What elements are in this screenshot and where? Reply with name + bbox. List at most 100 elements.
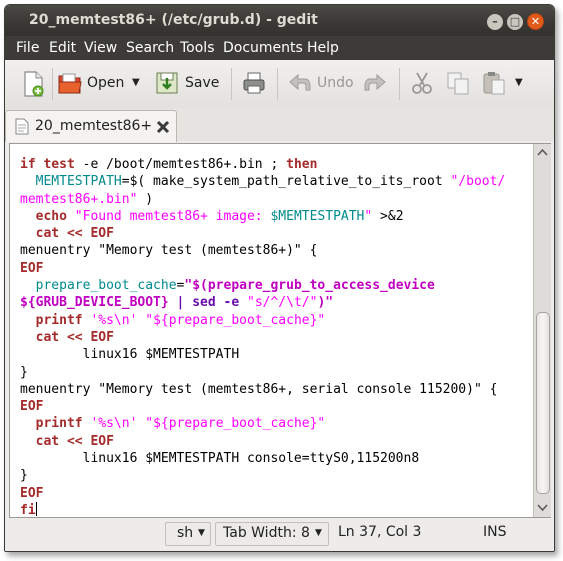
code-token: printf [20, 312, 83, 328]
code-token: '%s\n' [90, 312, 138, 328]
code-token: "${prepare_boot_cache}" [145, 312, 326, 328]
scroll-up-icon[interactable] [534, 146, 551, 160]
open-label: Open [87, 75, 125, 91]
code-token: EOF [20, 260, 44, 276]
title-bar[interactable]: 20_memtest86+ (/etc/grub.d) - gedit – □ … [5, 5, 554, 36]
menu-search[interactable]: Search [126, 40, 174, 56]
code-token: =$( make_system_path_relative_to_its_roo… [121, 174, 451, 190]
copy-button[interactable] [445, 70, 471, 96]
vertical-scrollbar[interactable] [533, 144, 551, 517]
code-line[interactable]: EOF [20, 260, 505, 277]
open-button[interactable]: Open [57, 70, 125, 96]
undo-label: Undo [317, 75, 354, 91]
code-token: '%s\n' [90, 416, 138, 432]
code-line[interactable]: cat << EOF [20, 225, 505, 242]
toolbar-overflow-button[interactable]: ▼ [513, 70, 527, 96]
code-token: cat << EOF [20, 226, 114, 242]
code-token: cat << EOF [20, 433, 114, 449]
code-token: } [20, 364, 28, 380]
window-title: 20_memtest86+ (/etc/grub.d) - gedit [29, 12, 318, 28]
text-editor[interactable]: if test -e /boot/memtest86+.bin ; then M… [9, 143, 551, 518]
tab-width-selector[interactable]: Tab Width: 8 ▼ [215, 522, 329, 546]
code-token: EOF [20, 399, 44, 415]
redo-button[interactable] [362, 70, 388, 96]
code-token: )" [317, 295, 334, 311]
code-line[interactable]: EOF [20, 398, 505, 415]
close-tab-icon[interactable] [156, 120, 170, 134]
print-button[interactable] [241, 70, 267, 96]
code-token: "/boot/ [450, 174, 506, 190]
code-line[interactable]: MEMTESTPATH=$( make_system_path_relative… [20, 173, 506, 190]
code-token: printf [20, 416, 83, 432]
code-line[interactable]: menuentry "Memory test (memtest86+)" { [20, 242, 505, 259]
toolbar: Open ▼ Save Undo ▼ [5, 60, 554, 109]
save-icon [156, 72, 178, 94]
code-token: MEMTESTPATH [20, 174, 122, 190]
language-selector[interactable]: sh ▼ [165, 522, 211, 546]
new-document-icon [24, 71, 44, 97]
code-token: "Found memtest86+ image: [66, 208, 271, 224]
code-line[interactable]: echo "Found memtest86+ image: $MEMTESTPA… [20, 208, 505, 225]
code-token: linux16 $MEMTESTPATH [20, 347, 240, 363]
code-line[interactable]: ${GRUB_DEVICE_BOOT} | sed -e "s/^/\t/")" [20, 294, 505, 311]
cut-button[interactable] [409, 70, 435, 96]
code-token: "${prepare_boot_cache}" [145, 416, 326, 432]
scroll-down-icon[interactable] [534, 500, 551, 514]
code-line[interactable]: menuentry "Memory test (memtest86+, seri… [20, 381, 505, 398]
code-line[interactable]: linux16 $MEMTESTPATH console=ttyS0,11520… [20, 450, 505, 467]
code-line[interactable]: memtest86+.bin" ) [20, 191, 505, 208]
code-line[interactable]: cat << EOF [20, 433, 505, 450]
code-token: menuentry "Memory test (memtest86+)" { [20, 243, 318, 259]
chevron-down-icon: ▼ [198, 528, 205, 538]
chevron-down-icon: ▼ [315, 528, 322, 538]
code-line[interactable]: linux16 $MEMTESTPATH [20, 346, 505, 363]
gedit-window: 20_memtest86+ (/etc/grub.d) - gedit – □ … [4, 4, 555, 552]
code-line[interactable]: if test -e /boot/memtest86+.bin ; then [20, 156, 505, 173]
code-line[interactable]: fi [20, 501, 505, 519]
toolbar-separator [277, 68, 278, 100]
code-token: ) [137, 191, 154, 207]
undo-button[interactable]: Undo [287, 70, 357, 96]
new-document-button[interactable] [21, 70, 49, 97]
code-token: prepare_boot_cache [20, 278, 177, 294]
toolbar-separator [399, 68, 400, 100]
scrollbar-thumb[interactable] [536, 312, 550, 494]
paste-button[interactable] [481, 70, 507, 96]
open-dropdown-button[interactable]: ▼ [130, 70, 144, 96]
code-token: } [20, 468, 28, 484]
save-button[interactable]: Save [155, 70, 221, 96]
document-tab[interactable]: 20_memtest86+ [5, 110, 177, 142]
open-folder-icon [58, 73, 82, 94]
copy-icon [447, 72, 469, 95]
menu-tools[interactable]: Tools [180, 40, 215, 56]
menu-documents[interactable]: Documents [223, 40, 303, 56]
code-line[interactable]: printf '%s\n' "${prepare_boot_cache}" [20, 415, 505, 432]
code-line[interactable]: } [20, 467, 505, 484]
menu-file[interactable]: File [16, 40, 39, 56]
menu-view[interactable]: View [84, 40, 117, 56]
code-token: fi [20, 502, 36, 518]
code-view[interactable]: if test -e /boot/memtest86+.bin ; then M… [20, 156, 505, 519]
code-token: linux16 $MEMTESTPATH console=ttyS0,11520… [20, 451, 420, 467]
minimize-button[interactable]: – [487, 14, 503, 30]
menu-help[interactable]: Help [307, 40, 339, 56]
print-icon [243, 72, 265, 94]
status-bar: sh ▼ Tab Width: 8 ▼ Ln 37, Col 3 INS [5, 518, 554, 551]
menu-bar: File Edit View Search Tools Documents He… [5, 36, 554, 60]
code-token: >&2 [372, 208, 404, 224]
code-line[interactable]: } [20, 364, 505, 381]
code-token: | sed -e [176, 295, 240, 311]
paste-icon [483, 72, 505, 95]
toolbar-separator [52, 68, 53, 100]
insert-mode-indicator: INS [483, 524, 507, 540]
maximize-button[interactable]: □ [507, 14, 523, 30]
code-line[interactable]: EOF [20, 485, 505, 502]
code-line[interactable]: prepare_boot_cache="$(prepare_grub_to_ac… [20, 277, 505, 294]
close-window-button[interactable]: ✕ [527, 13, 544, 30]
code-line[interactable]: printf '%s\n' "${prepare_boot_cache}" [20, 312, 505, 329]
chevron-down-icon: ▼ [515, 77, 523, 88]
menu-edit[interactable]: Edit [49, 40, 76, 56]
code-token: $MEMTESTPATH [270, 208, 365, 224]
code-line[interactable]: cat << EOF [20, 329, 505, 346]
